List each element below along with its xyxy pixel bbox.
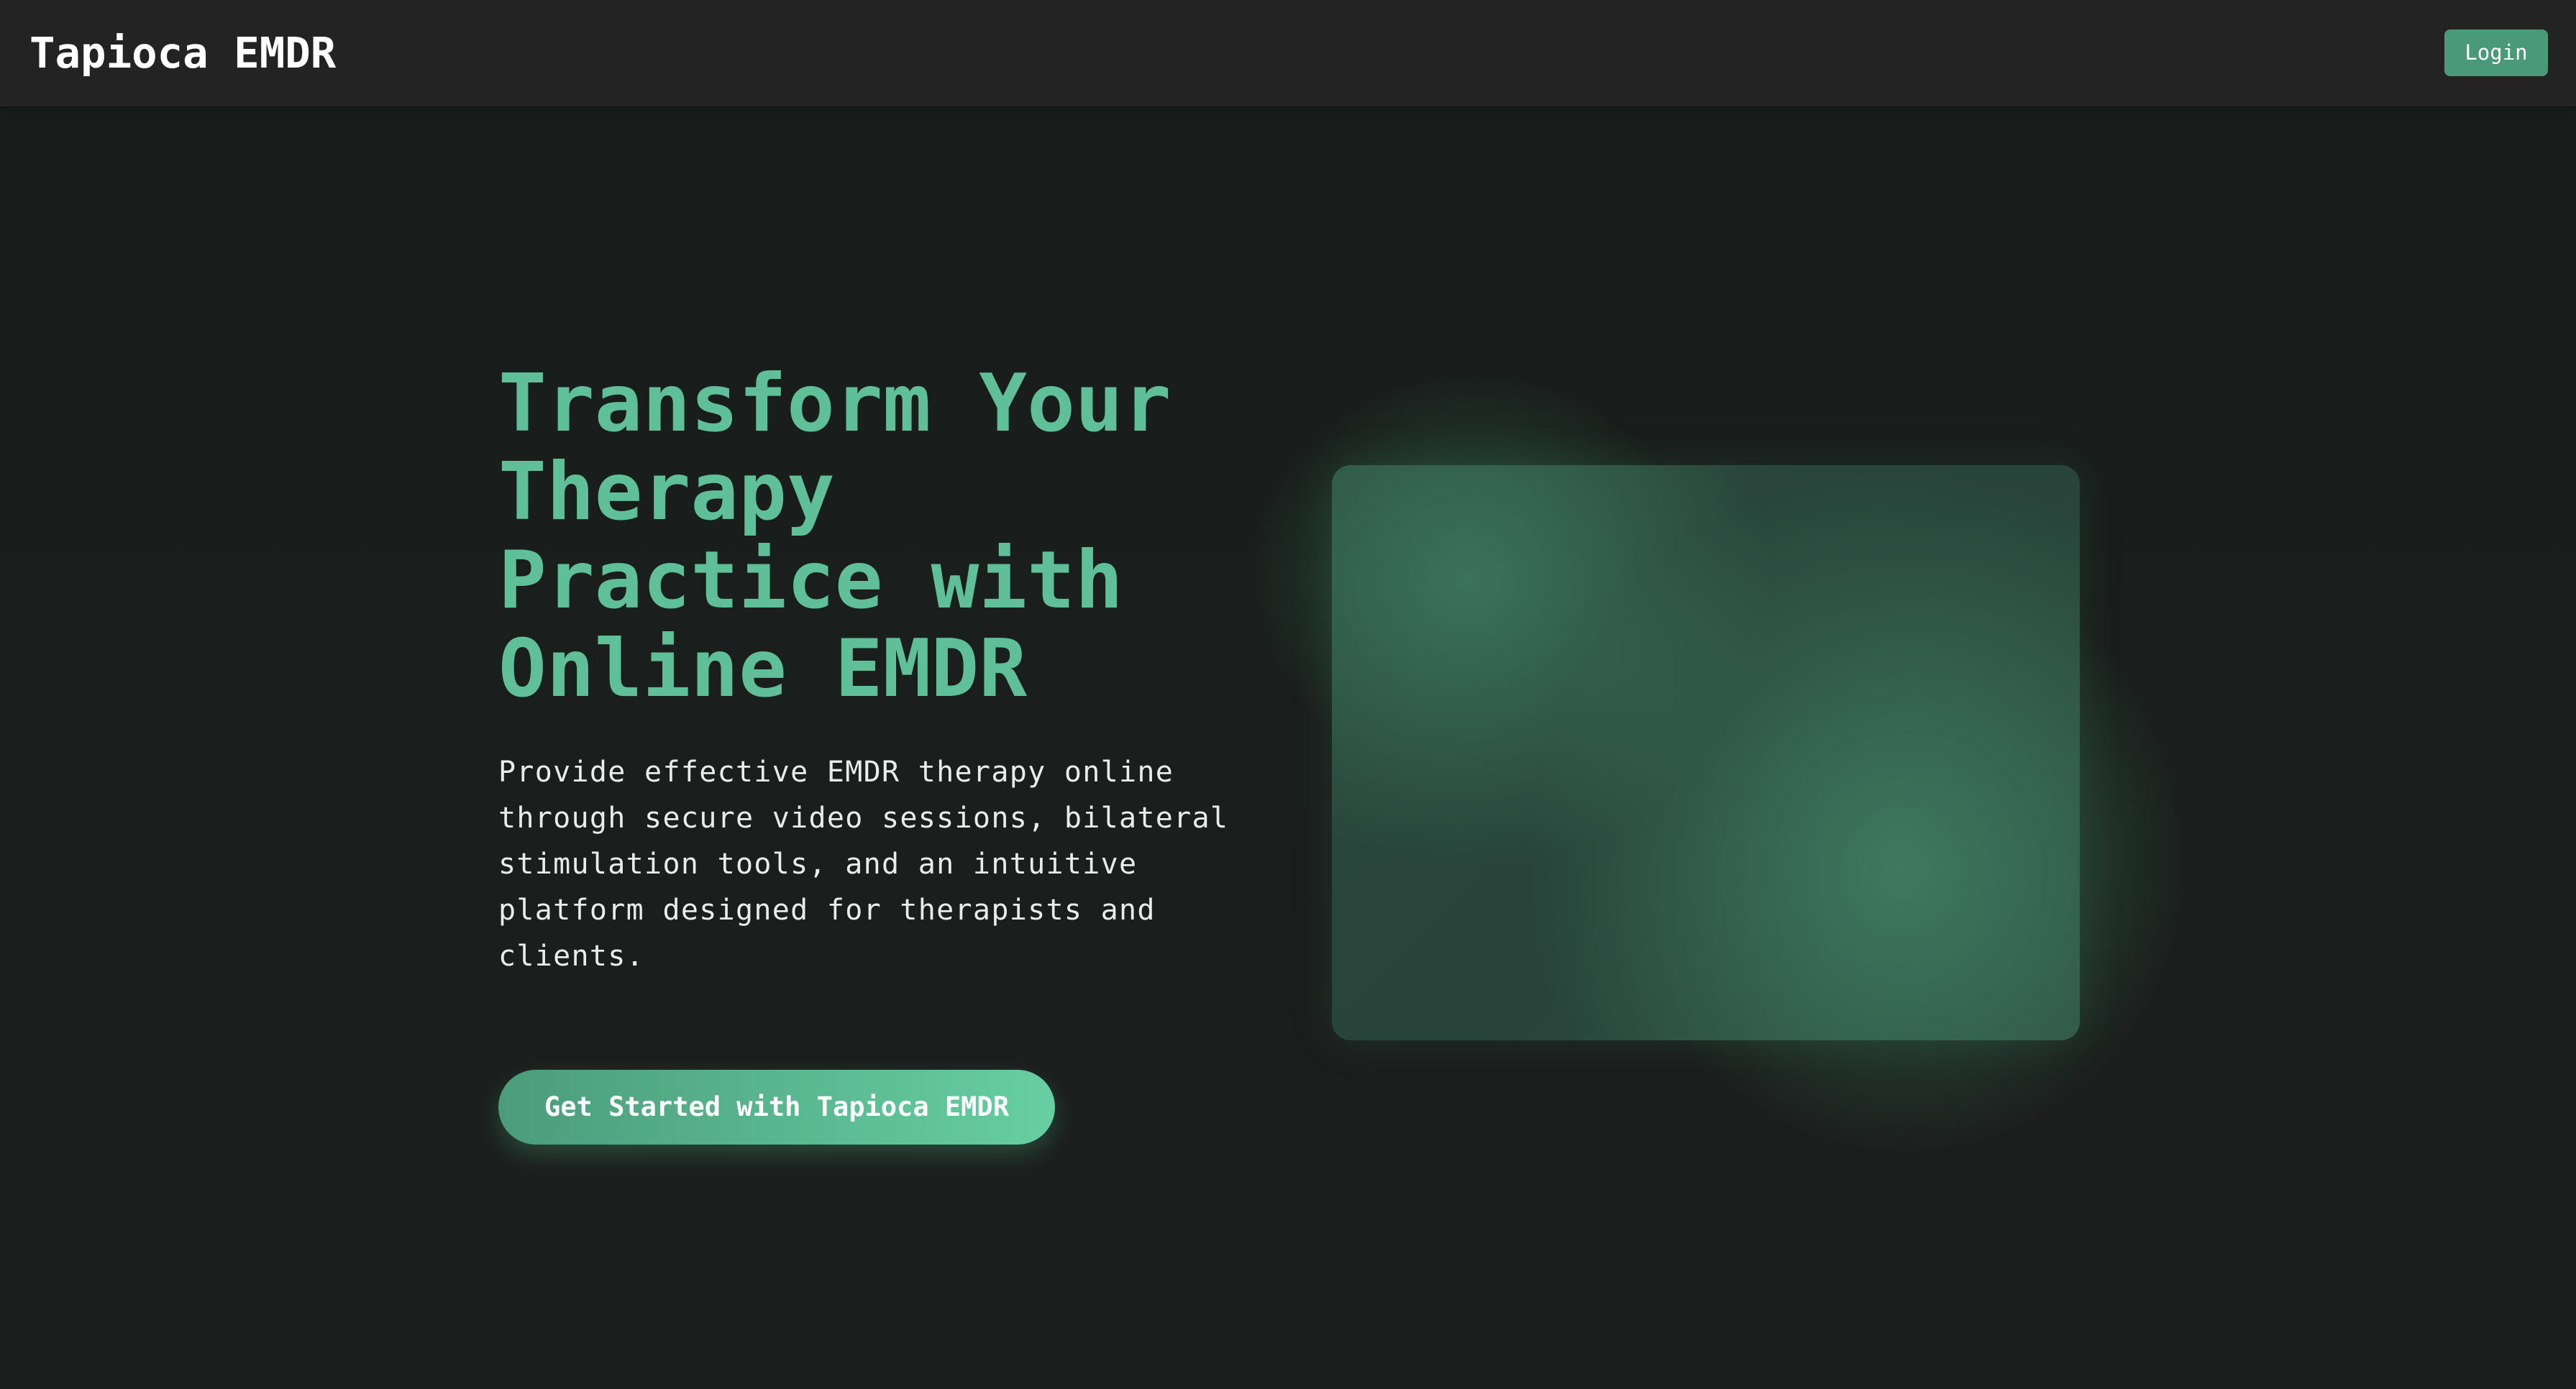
top-navbar: Tapioca EMDR Login xyxy=(0,0,2576,106)
hero-title-line: Online EMDR xyxy=(498,623,1028,715)
hero-title-line: Practice with xyxy=(498,534,1123,627)
hero-description-line: Provide effective EMDR therapy online xyxy=(498,756,1174,789)
hero-description-line: through secure video sessions, bilateral xyxy=(498,802,1229,835)
login-button[interactable]: Login xyxy=(2444,29,2548,76)
hero-media-placeholder xyxy=(1332,465,2080,1040)
hero-description-line: platform designed for therapists and xyxy=(498,894,1156,927)
hero-description: Provide effective EMDR therapy online th… xyxy=(498,749,1232,979)
page: Tapioca EMDR Login Transform Your Therap… xyxy=(0,0,2576,1389)
hero-title: Transform Your Therapy Practice with Onl… xyxy=(498,359,1289,713)
hero-title-line: Transform Your xyxy=(498,357,1171,450)
get-started-button[interactable]: Get Started with Tapioca EMDR xyxy=(498,1070,1055,1145)
hero-description-line: stimulation tools, and an intuitive xyxy=(498,848,1138,881)
hero-title-line: Therapy xyxy=(498,446,835,538)
hero-description-line: clients. xyxy=(498,940,645,973)
brand-logo-text[interactable]: Tapioca EMDR xyxy=(29,24,336,82)
